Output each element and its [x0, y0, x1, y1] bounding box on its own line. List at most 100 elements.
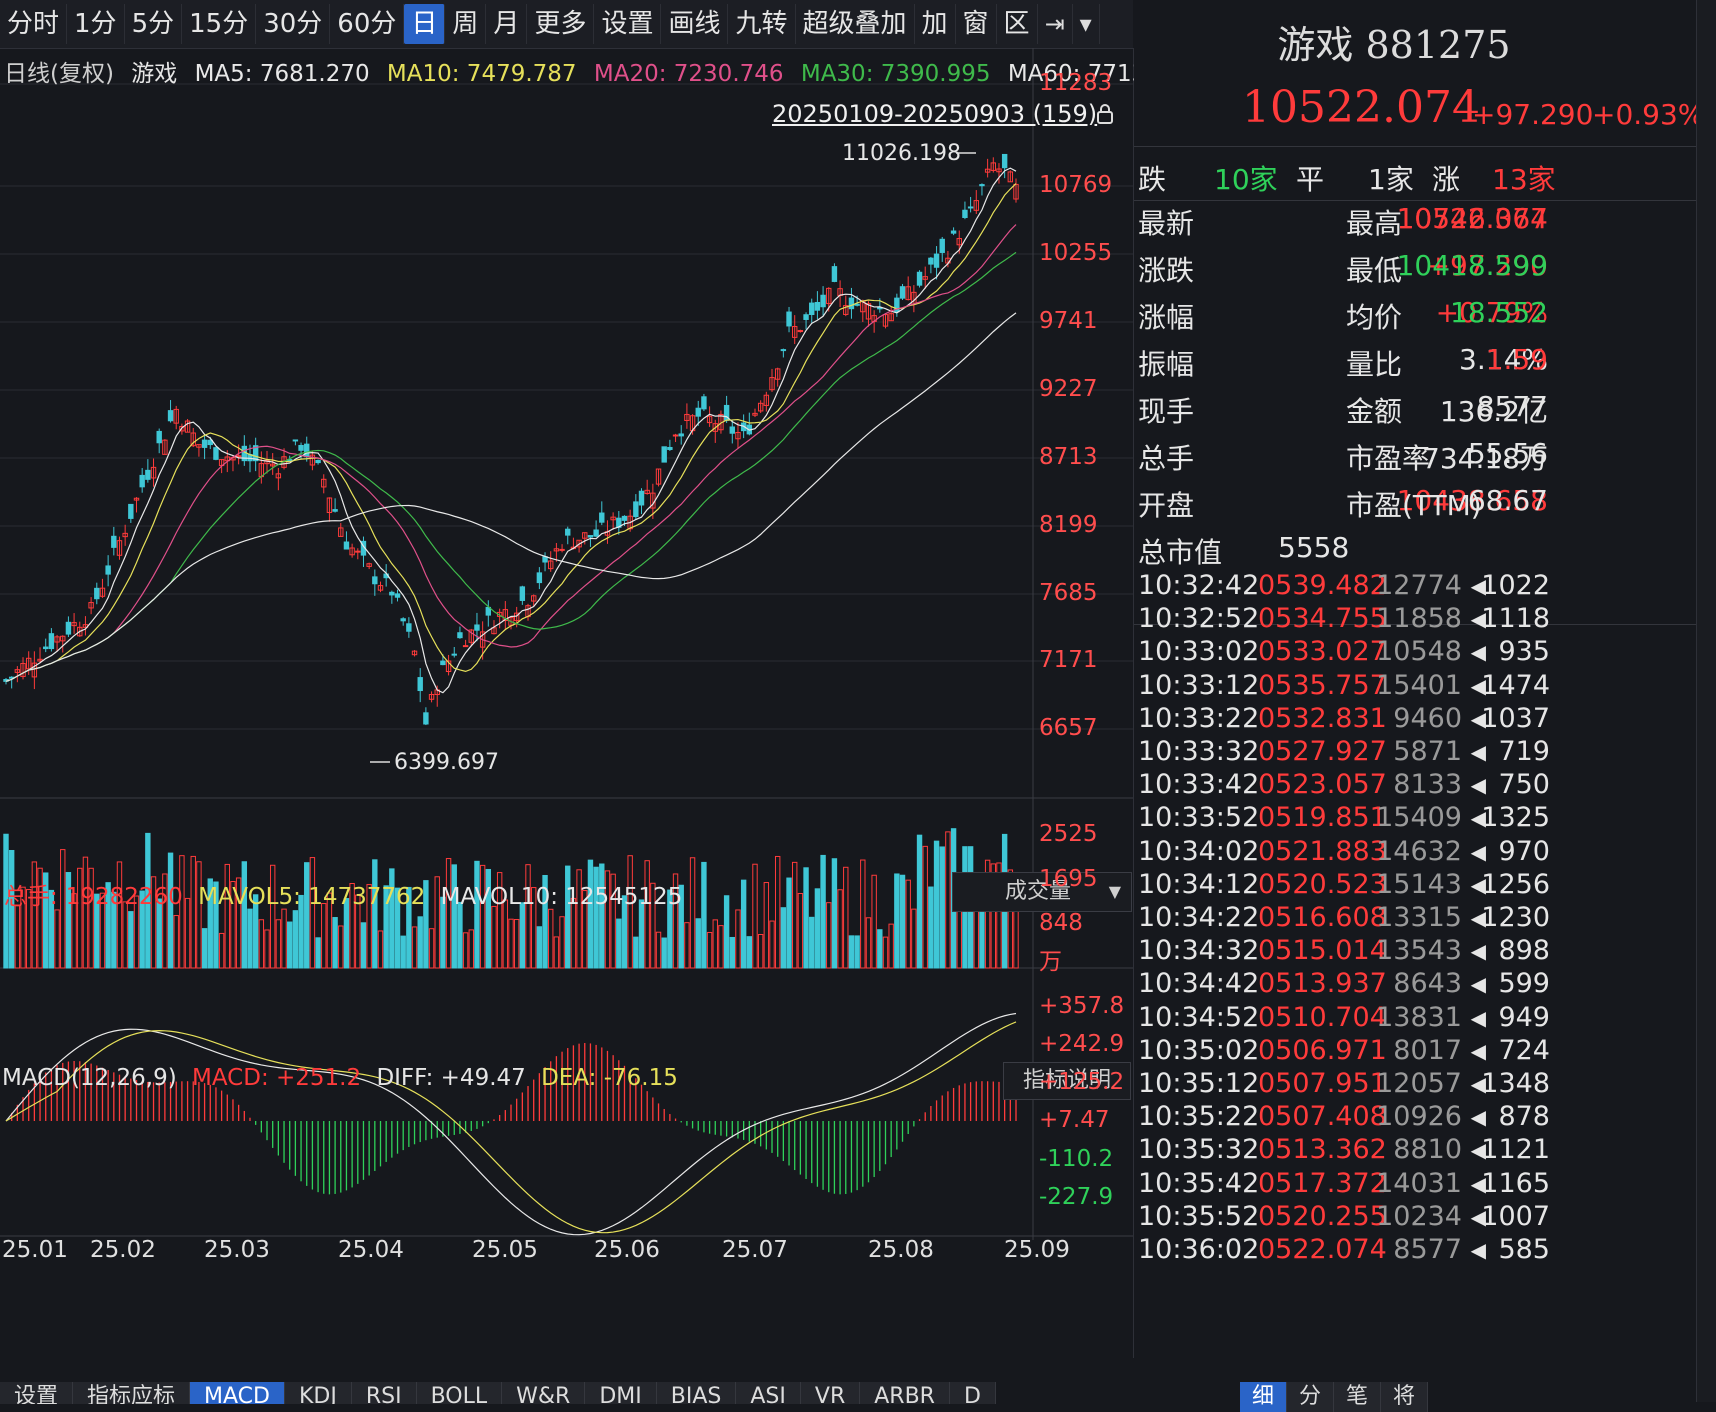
tick-row[interactable]: 10:33:22 0532.831 9460 ◀ 1037	[1138, 703, 1550, 735]
volume-bar	[689, 857, 696, 969]
tick-count: 1037	[1481, 702, 1550, 734]
volume-bar	[287, 921, 293, 969]
tick-row[interactable]: 10:35:42 0517.372 14031 ◀ 1165	[1138, 1168, 1550, 1200]
tick-row[interactable]: 10:35:22 0507.408 10926 ◀ 878	[1138, 1101, 1550, 1133]
tick-volume: 9460	[1393, 702, 1462, 734]
toolbar-item-12[interactable]: 九转	[728, 4, 796, 44]
lock-icon[interactable]	[1096, 104, 1114, 124]
quote-tab-1[interactable]: 分	[1287, 1382, 1335, 1412]
volume-bar	[275, 919, 282, 969]
quote-tab-3[interactable]: 将	[1381, 1382, 1429, 1412]
toolbar-item-14[interactable]: 加	[915, 4, 956, 44]
collapse-right-icon[interactable]: ⇥	[1038, 4, 1073, 44]
tick-row[interactable]: 10:36:02 0522.074 8577 ◀ 585	[1138, 1234, 1550, 1266]
tick-time: 10:35:12	[1138, 1068, 1260, 1099]
tick-row[interactable]: 10:34:02 0521.883 14632 ◀ 970	[1138, 836, 1550, 868]
tick-row[interactable]: 10:33:52 0519.851 15409 ◀ 1325	[1138, 802, 1550, 834]
tick-row[interactable]: 10:34:42 0513.937 8643 ◀ 599	[1138, 968, 1550, 1000]
candle-body	[417, 677, 423, 692]
toolbar-item-11[interactable]: 画线	[661, 4, 729, 44]
tick-row[interactable]: 10:33:32 0527.927 5871 ◀ 719	[1138, 736, 1550, 768]
side-strip[interactable]	[1696, 0, 1716, 1402]
tick-price: 0539.482	[1258, 570, 1387, 601]
kline-y-tick: 9741	[1039, 308, 1098, 334]
toolbar-item-5[interactable]: 60分	[330, 4, 405, 44]
candle-body	[962, 209, 968, 218]
price-change: +97.290	[1472, 98, 1594, 131]
volume-bar	[332, 917, 338, 969]
tick-row[interactable]: 10:35:52 0520.255 10234 ◀ 1007	[1138, 1201, 1550, 1233]
kline-y-tick: 8713	[1039, 444, 1098, 470]
indicator-tab-9[interactable]: ASI	[736, 1382, 801, 1404]
tick-row[interactable]: 10:34:22 0516.608 13315 ◀ 1230	[1138, 902, 1550, 934]
tick-time: 10:33:32	[1138, 736, 1260, 767]
tick-time: 10:35:42	[1138, 1167, 1260, 1199]
toolbar-item-13[interactable]: 超级叠加	[796, 4, 915, 44]
toolbar-item-1[interactable]: 1分	[67, 4, 125, 44]
tick-count: 1256	[1481, 868, 1550, 900]
date-range-link[interactable]: 20250109-20250903 (159)	[772, 100, 1097, 128]
tick-price: 0533.027	[1258, 636, 1387, 668]
tick-price: 0513.362	[1258, 1134, 1387, 1166]
volume-bar	[939, 846, 945, 969]
indicator-tab-12[interactable]: D	[949, 1382, 996, 1404]
stat-value: 1.59	[1485, 343, 1548, 376]
indicator-tab-3[interactable]: KDJ	[284, 1382, 352, 1404]
macd-y-tick: +357.8	[1039, 993, 1125, 1019]
toolbar-item-8[interactable]: 月	[486, 4, 528, 44]
toolbar-item-16[interactable]: 区	[997, 4, 1038, 44]
tick-row[interactable]: 10:35:02 0506.971 8017 ◀ 724	[1138, 1035, 1550, 1067]
tick-price: 0527.927	[1258, 736, 1387, 767]
volume-bar	[508, 918, 514, 969]
quote-tab-2[interactable]: 笔	[1334, 1382, 1382, 1412]
tick-row[interactable]: 10:35:12 0507.951 12057 ◀ 1348	[1138, 1068, 1550, 1100]
volume-bar	[854, 935, 860, 969]
quote-tab-0[interactable]: 细	[1240, 1382, 1288, 1412]
tick-row[interactable]: 10:32:42 0539.482 12774 ◀ 1022	[1138, 570, 1550, 602]
toolbar-item-10[interactable]: 设置	[594, 4, 662, 44]
toolbar-item-9[interactable]: 更多	[527, 4, 595, 44]
chart-panel[interactable]: 11026.198 6399.697	[0, 48, 1134, 1358]
tick-row[interactable]: 10:33:42 0523.057 8133 ◀ 750	[1138, 769, 1550, 801]
tick-row[interactable]: 10:34:52 0510.704 13831 ◀ 949	[1138, 1002, 1550, 1034]
tick-row[interactable]: 10:34:32 0515.014 13543 ◀ 898	[1138, 935, 1550, 967]
tick-row[interactable]: 10:33:02 0533.027 10548 ◀ 935	[1138, 636, 1550, 668]
tick-row[interactable]: 10:35:32 0513.362 8810 ◀ 1121	[1138, 1134, 1550, 1166]
indicator-tab-8[interactable]: BIAS	[656, 1382, 737, 1404]
ma20-value: MA20: 7230.746	[593, 61, 784, 87]
tick-price: 0515.014	[1258, 935, 1387, 967]
candle-body	[474, 624, 480, 631]
indicator-tab-7[interactable]: DMI	[585, 1382, 657, 1404]
arrow-left-icon: ◀	[1470, 939, 1486, 964]
toolbar-item-6[interactable]: 日	[404, 4, 446, 44]
toolbar-item-2[interactable]: 5分	[125, 4, 183, 44]
candle-body	[939, 238, 945, 253]
indicator-tab-5[interactable]: BOLL	[416, 1382, 503, 1404]
toolbar-item-7[interactable]: 周	[445, 4, 487, 44]
chart-canvas[interactable]: 11026.198 6399.697	[0, 48, 1133, 1358]
tick-time: 10:35:02	[1138, 1034, 1260, 1066]
candle-body	[139, 474, 145, 488]
volume-y-tick: 2525	[1039, 821, 1098, 847]
indicator-tab-0[interactable]: 设置	[0, 1382, 74, 1404]
candle-body	[803, 314, 809, 320]
arrow-left-icon: ◀	[1470, 1038, 1486, 1063]
toolbar-item-0[interactable]: 分时	[0, 4, 68, 44]
toolbar-item-3[interactable]: 15分	[182, 4, 257, 44]
x-axis-tick: 25.08	[868, 1237, 934, 1263]
tick-row[interactable]: 10:32:52 0534.755 11858 ◀ 1118	[1138, 603, 1550, 635]
indicator-tab-4[interactable]: RSI	[351, 1382, 417, 1404]
indicator-tab-6[interactable]: W&R	[502, 1382, 586, 1404]
indicator-tab-10[interactable]: VR	[800, 1382, 861, 1404]
chevron-down-icon[interactable]: ▾	[1073, 4, 1100, 44]
indicator-tab-11[interactable]: ARBR	[860, 1382, 950, 1404]
indicator-tab-1[interactable]: 指标应标	[73, 1382, 191, 1404]
toolbar-item-15[interactable]: 窗	[956, 4, 997, 44]
tick-price: 0506.971	[1258, 1034, 1387, 1066]
tick-row[interactable]: 10:33:12 0535.757 15401 ◀ 1474	[1138, 670, 1550, 702]
volume-bar	[264, 929, 270, 969]
toolbar-item-4[interactable]: 30分	[256, 4, 331, 44]
kline-y-tick: 9227	[1039, 376, 1098, 402]
tick-row[interactable]: 10:34:12 0520.523 15143 ◀ 1256	[1138, 869, 1550, 901]
indicator-tab-2[interactable]: MACD	[190, 1382, 285, 1404]
